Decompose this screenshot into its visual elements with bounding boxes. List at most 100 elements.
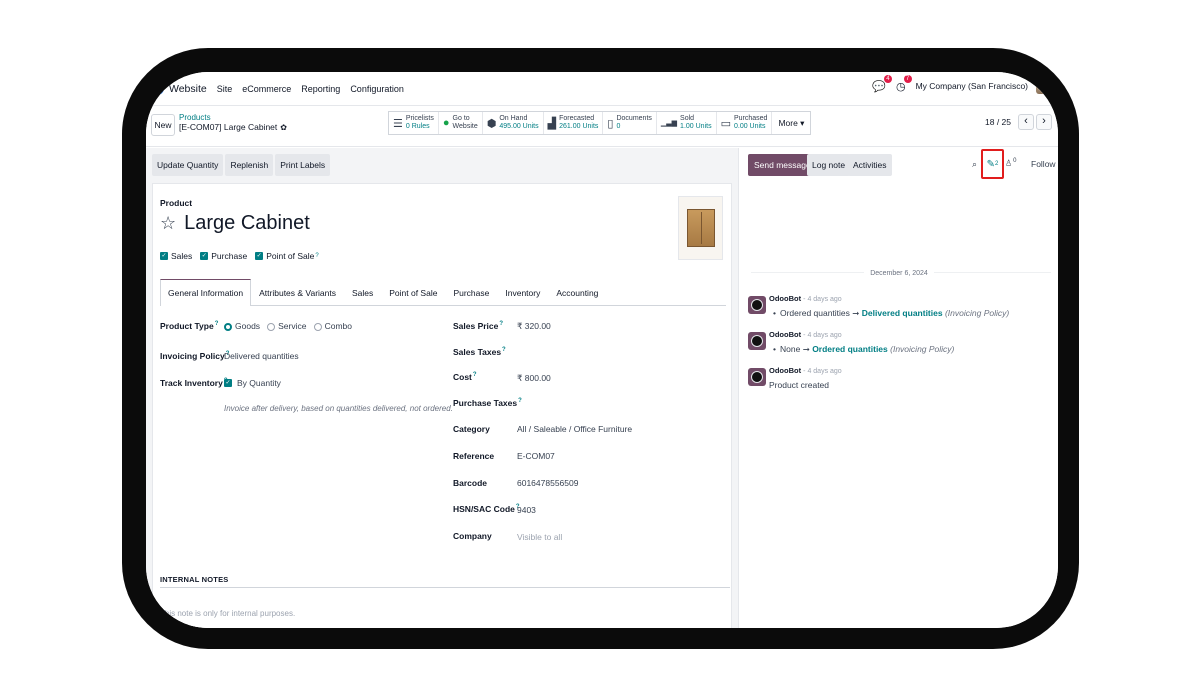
attachments-button[interactable]: ✎ 2: [981, 149, 1004, 179]
tab-accounting[interactable]: Accounting: [548, 279, 606, 306]
purchase-checkbox[interactable]: ✓ Purchase: [200, 251, 247, 261]
checkbox-checked-icon: ✓: [200, 252, 209, 260]
product-image[interactable]: [678, 196, 723, 260]
menu-configuration[interactable]: Configuration: [350, 84, 404, 94]
smart-button-go-to-website[interactable]: ● Go to Website: [439, 112, 483, 134]
replenish-button[interactable]: Replenish: [225, 154, 274, 176]
bot-face-icon: [751, 335, 763, 347]
product-name[interactable]: Large Cabinet: [184, 212, 310, 235]
odoobot-avatar[interactable]: [748, 368, 766, 386]
menu-reporting[interactable]: Reporting: [301, 84, 340, 94]
invoicing-hint: Invoice after delivery, based on quantit…: [224, 404, 453, 413]
barcode-label: Barcode: [453, 478, 488, 488]
radio-empty-icon: [267, 322, 276, 331]
more-button[interactable]: More ▾: [772, 112, 810, 134]
hsn-code-field[interactable]: 9403: [517, 505, 536, 515]
tab-sales[interactable]: Sales: [344, 279, 381, 306]
arrow-right-icon: ➞: [802, 344, 810, 354]
bar-chart-icon: ▁▃▆: [660, 120, 678, 127]
activities-systray[interactable]: ◷ 7: [895, 74, 912, 93]
barcode-field[interactable]: 6016478556509: [517, 478, 578, 488]
help-icon[interactable]: ?: [499, 321, 503, 327]
sales-price-field[interactable]: ₹ 320.00: [517, 321, 551, 332]
category-field[interactable]: All / Saleable / Office Furniture: [517, 424, 632, 434]
menu-site[interactable]: Site: [217, 84, 233, 94]
help-icon[interactable]: ?: [315, 253, 318, 259]
app-brand[interactable]: Website: [151, 82, 207, 95]
internal-notes-field[interactable]: This note is only for internal purposes.: [160, 609, 295, 618]
category-label: Category: [453, 424, 490, 434]
tab-attributes-variants[interactable]: Attributes & Variants: [251, 279, 344, 306]
smart-button-purchased[interactable]: ▭ Purchased 0.00 Units: [717, 112, 773, 134]
clock-icon: ◷: [895, 80, 906, 93]
activities-button[interactable]: Activities: [848, 154, 892, 176]
sales-taxes-label: Sales Taxes?: [453, 347, 506, 357]
help-icon[interactable]: ?: [473, 372, 477, 378]
star-icon[interactable]: ☆: [160, 213, 176, 234]
company-label: Company: [453, 531, 492, 541]
breadcrumb-current: [E-COM07] Large Cabinet ✿: [179, 122, 287, 132]
company-switcher[interactable]: My Company (San Francisco): [916, 81, 1028, 91]
smart-button-documents[interactable]: ▯ Documents 0: [603, 112, 657, 134]
smart-button-on-hand[interactable]: ⬢ On Hand 495.00 Units: [483, 112, 544, 134]
help-icon[interactable]: ?: [518, 398, 522, 404]
radio-combo[interactable]: Combo: [313, 321, 352, 331]
odoobot-avatar[interactable]: [748, 332, 766, 350]
pager-value[interactable]: 18 / 25: [985, 117, 1011, 127]
cost-field[interactable]: ₹ 800.00: [517, 373, 551, 384]
status-bar-buttons: Update Quantity Replenish Print Labels: [152, 154, 332, 176]
user-avatar[interactable]: [1036, 78, 1052, 94]
help-icon[interactable]: ?: [215, 321, 219, 327]
checkbox-checked-icon: ✓: [224, 379, 232, 387]
log-note-button[interactable]: Log note: [807, 154, 851, 176]
globe-icon: ●: [442, 117, 450, 129]
tab-purchase[interactable]: Purchase: [445, 279, 497, 306]
reference-field[interactable]: E-COM07: [517, 451, 555, 461]
list-icon: ☰: [393, 117, 403, 130]
smart-button-forecasted[interactable]: ▟ Forecasted 261.00 Units: [544, 112, 604, 134]
radio-goods[interactable]: Goods: [224, 321, 260, 331]
website-app-icon: [151, 82, 164, 95]
product-type-label: Product Type?: [160, 321, 219, 331]
pager-previous-button[interactable]: ‹: [1018, 114, 1034, 130]
search-icon[interactable]: ⌕: [972, 159, 977, 170]
tab-general-information[interactable]: General Information: [160, 279, 252, 306]
smart-value: 0: [616, 123, 621, 130]
update-quantity-button[interactable]: Update Quantity: [152, 154, 224, 176]
radio-service[interactable]: Service: [267, 321, 306, 331]
area-chart-icon: ▟: [547, 117, 557, 130]
breadcrumb-products[interactable]: Products: [179, 113, 287, 122]
invoicing-policy-label: Invoicing Policy?: [160, 351, 230, 361]
message-author[interactable]: OdooBot: [769, 294, 801, 303]
invoicing-policy-field[interactable]: Delivered quantities: [224, 351, 299, 361]
follow-button[interactable]: Follow: [1031, 159, 1056, 169]
messages-systray[interactable]: 💬 4: [872, 74, 892, 93]
smart-button-pricelists[interactable]: ☰ Pricelists 0 Rules: [389, 112, 439, 134]
credit-card-icon: ▭: [720, 117, 731, 130]
tab-point-of-sale[interactable]: Point of Sale: [381, 279, 445, 306]
sales-checkbox[interactable]: ✓ Sales: [160, 251, 192, 261]
app-screen: Website Site eCommerce Reporting Configu…: [146, 72, 1058, 628]
message-author[interactable]: OdooBot: [769, 366, 801, 375]
followers-button[interactable]: ♙0: [1005, 158, 1017, 168]
company-field[interactable]: Visible to all: [517, 532, 562, 542]
tab-inventory[interactable]: Inventory: [497, 279, 548, 306]
print-labels-button[interactable]: Print Labels: [275, 154, 331, 176]
paperclip-icon: ✎: [986, 158, 996, 170]
purchase-taxes-label: Purchase Taxes?: [453, 398, 522, 408]
odoobot-avatar[interactable]: [748, 296, 766, 314]
gear-icon[interactable]: ✿: [280, 123, 287, 132]
hsn-code-label: HSN/SAC Code?: [453, 504, 520, 514]
pager-next-button[interactable]: ›: [1036, 114, 1052, 130]
new-button[interactable]: New: [151, 114, 175, 136]
messages-badge: 4: [883, 74, 892, 83]
help-icon[interactable]: ?: [502, 347, 506, 353]
tracking-value: • None ➞ Ordered quantities (Invoicing Po…: [773, 344, 955, 354]
menu-ecommerce[interactable]: eCommerce: [242, 84, 291, 94]
smart-button-sold[interactable]: ▁▃▆ Sold 1.00 Units: [657, 112, 717, 134]
point-of-sale-checkbox[interactable]: ✓ Point of Sale?: [255, 251, 319, 261]
checkbox-label: Purchase: [211, 251, 248, 261]
cubes-icon: ⬢: [486, 117, 497, 130]
track-inventory-field[interactable]: ✓ By Quantity: [224, 378, 281, 388]
message-author[interactable]: OdooBot: [769, 330, 801, 339]
